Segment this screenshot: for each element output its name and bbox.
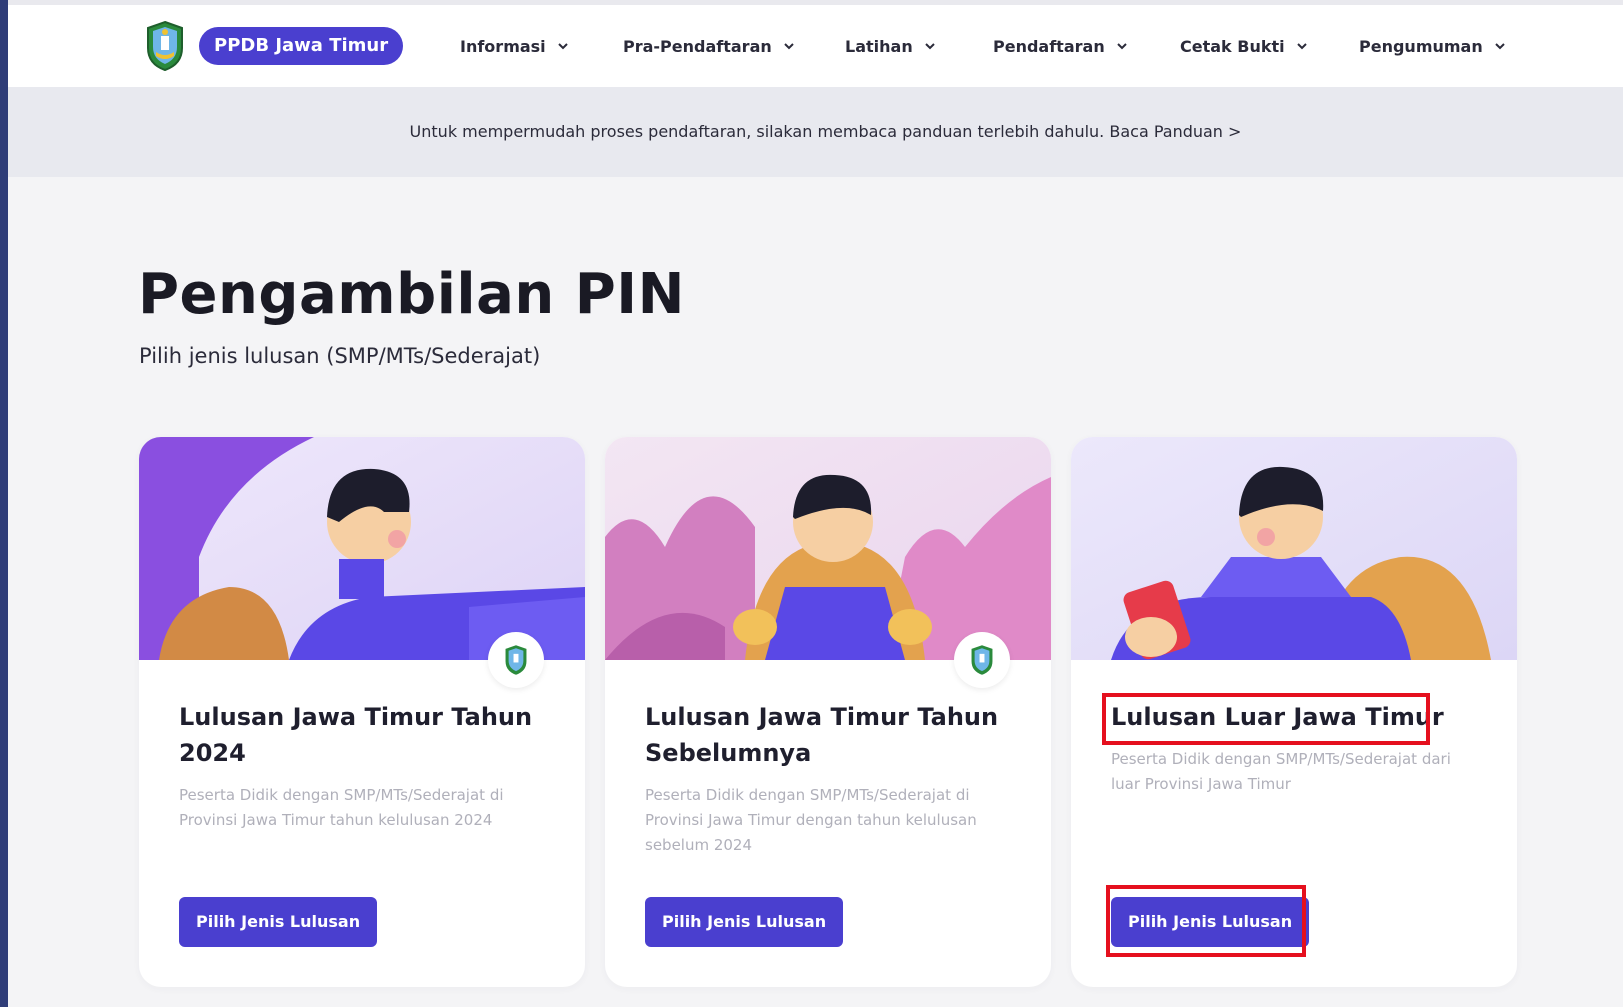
card-lulusan-2024: Lulusan Jawa Timur Tahun 2024 Peserta Di… xyxy=(139,437,585,987)
nav-pra-pendaftaran[interactable]: Pra-Pendaftaran xyxy=(623,27,796,65)
chevron-down-icon xyxy=(924,43,935,50)
nav-label: Latihan xyxy=(845,36,913,56)
chevron-down-icon xyxy=(1116,43,1127,50)
nav-cetak-bukti[interactable]: Cetak Bukti xyxy=(1180,27,1309,65)
window-left-edge xyxy=(0,0,8,1007)
card-description: Peserta Didik dengan SMP/MTs/Sederajat d… xyxy=(1111,750,1451,793)
chevron-down-icon xyxy=(1296,43,1307,50)
nav-latihan[interactable]: Latihan xyxy=(845,27,937,65)
card-description: Peserta Didik dengan SMP/MTs/Sederajat d… xyxy=(645,786,977,854)
info-banner: Untuk mempermudah proses pendaftaran, si… xyxy=(8,87,1623,177)
nav-label: Informasi xyxy=(460,36,546,56)
card-title: Lulusan Jawa Timur Tahun 2024 xyxy=(179,703,533,767)
jatim-logo-icon[interactable] xyxy=(144,20,186,72)
banner-text: Untuk mempermudah proses pendaftaran, si… xyxy=(409,122,1105,141)
student-illustration xyxy=(139,437,585,660)
card-lulusan-sebelumnya: Lulusan Jawa Timur Tahun Sebelumnya Pese… xyxy=(605,437,1051,987)
nav-informasi[interactable]: Informasi xyxy=(460,27,570,65)
page-title: Pengambilan PIN xyxy=(138,262,685,327)
nav-label: Cetak Bukti xyxy=(1180,36,1285,56)
nav-label: Pendaftaran xyxy=(993,36,1105,56)
highlight-box-button xyxy=(1106,885,1306,957)
chevron-down-icon xyxy=(1495,43,1505,50)
nav-label: Pengumuman xyxy=(1359,36,1483,56)
student-illustration xyxy=(1071,437,1517,660)
card-title: Lulusan Jawa Timur Tahun Sebelumnya xyxy=(645,703,999,767)
nav-pendaftaran[interactable]: Pendaftaran xyxy=(993,27,1129,65)
highlight-box-title xyxy=(1102,693,1430,745)
student-illustration xyxy=(605,437,1051,660)
brand-pill[interactable]: PPDB Jawa Timur xyxy=(199,27,404,65)
nav-pengumuman[interactable]: Pengumuman xyxy=(1359,27,1507,65)
jatim-badge-icon xyxy=(954,632,1010,688)
pilih-jenis-lulusan-button[interactable]: Pilih Jenis Lulusan xyxy=(645,897,844,947)
top-navbar: PPDB Jawa Timur Informasi Pra-Pendaftara… xyxy=(8,5,1623,87)
page-subtitle: Pilih jenis lulusan (SMP/MTs/Sederajat) xyxy=(139,344,541,368)
pilih-jenis-lulusan-button[interactable]: Pilih Jenis Lulusan xyxy=(179,897,378,947)
page-frame: PPDB Jawa Timur Informasi Pra-Pendaftara… xyxy=(8,0,1623,1007)
chevron-down-icon xyxy=(557,43,568,50)
banner-guide-link[interactable]: Baca Panduan > xyxy=(1109,122,1241,141)
card-description: Peserta Didik dengan SMP/MTs/Sederajat d… xyxy=(179,786,504,829)
chevron-down-icon xyxy=(784,43,794,50)
nav-label: Pra-Pendaftaran xyxy=(623,36,772,56)
jatim-badge-icon xyxy=(488,632,544,688)
